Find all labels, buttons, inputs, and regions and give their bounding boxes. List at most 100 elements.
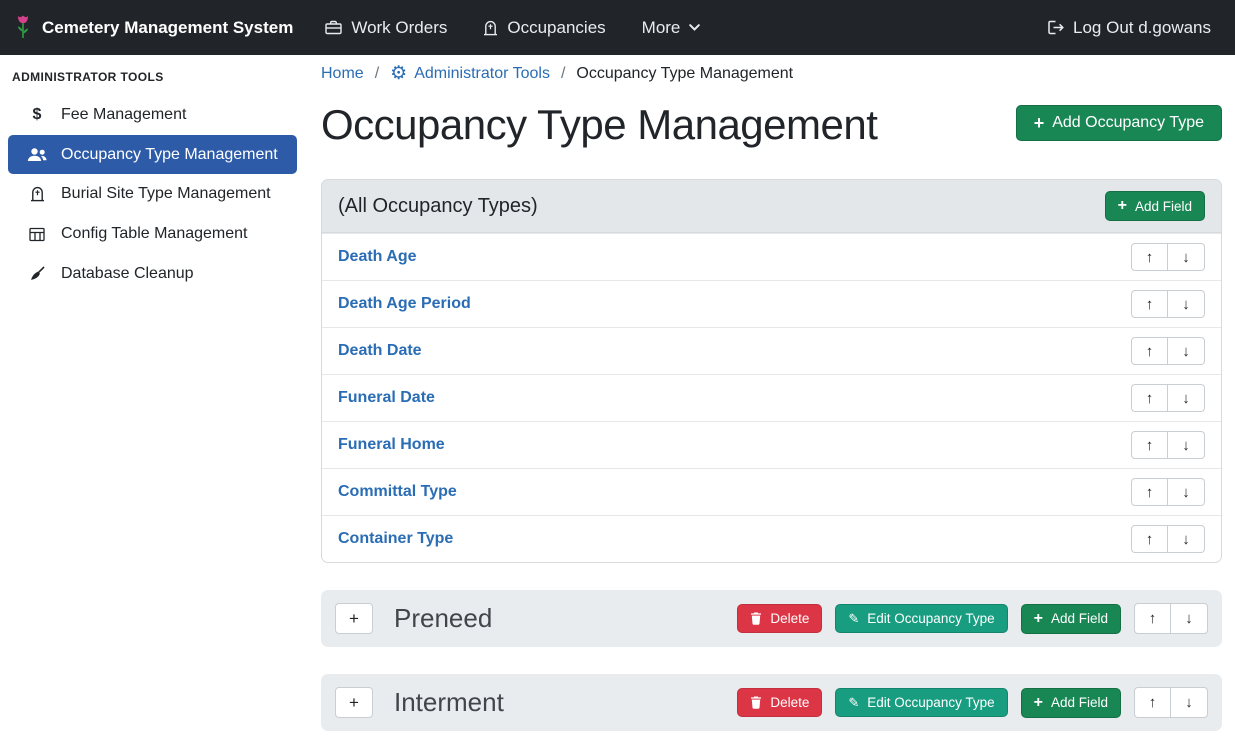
reorder-buttons: ↑ ↓ [1134, 603, 1208, 634]
delete-button[interactable]: Delete [737, 688, 822, 717]
delete-label: Delete [770, 611, 809, 626]
field-link-death-date[interactable]: Death Date [338, 342, 422, 360]
move-down-button[interactable]: ↓ [1168, 525, 1205, 553]
section-title: Interment [394, 687, 737, 718]
sidebar-item-config-table-management[interactable]: Config Table Management [0, 214, 305, 254]
sidebar-heading: ADMINISTRATOR TOOLS [0, 61, 305, 95]
field-link-container-type[interactable]: Container Type [338, 530, 453, 548]
field-link-committal-type[interactable]: Committal Type [338, 483, 457, 501]
breadcrumb-separator: / [561, 65, 565, 83]
breadcrumb-admin-tools[interactable]: ⚙ Administrator Tools [390, 64, 550, 83]
breadcrumb-admin-tools-label: Administrator Tools [414, 65, 550, 83]
add-field-button[interactable]: + Add Field [1105, 191, 1205, 221]
sidebar-item-label: Config Table Management [61, 225, 248, 243]
edit-label: Edit Occupancy Type [867, 695, 994, 710]
occupancy-type-section-interment: + Interment Delete ✎ Edit Occupancy Type [321, 674, 1222, 731]
move-up-button[interactable]: ↑ [1131, 243, 1168, 271]
move-up-button[interactable]: ↑ [1131, 431, 1168, 459]
top-navbar: Cemetery Management System Work Orders [0, 0, 1235, 55]
move-down-button[interactable]: ↓ [1168, 384, 1205, 412]
section-actions: Delete ✎ Edit Occupancy Type + Add Field… [737, 687, 1208, 718]
users-icon [26, 148, 48, 162]
reorder-buttons: ↑ ↓ [1131, 431, 1205, 459]
reorder-buttons: ↑ ↓ [1131, 525, 1205, 553]
reorder-buttons: ↑ ↓ [1131, 478, 1205, 506]
delete-label: Delete [770, 695, 809, 710]
add-occupancy-type-button[interactable]: + Add Occupancy Type [1016, 105, 1222, 141]
tulip-logo-icon [14, 14, 32, 41]
main-content: Home / ⚙ Administrator Tools / Occupancy… [305, 55, 1235, 738]
nav-work-orders[interactable]: Work Orders [325, 18, 447, 38]
field-row: Death Age ↑ ↓ [322, 233, 1221, 280]
pencil-icon: ✎ [848, 612, 859, 625]
field-row: Funeral Home ↑ ↓ [322, 421, 1221, 468]
move-up-button[interactable]: ↑ [1131, 478, 1168, 506]
chevron-down-icon [689, 24, 700, 31]
move-down-button[interactable]: ↓ [1168, 431, 1205, 459]
field-link-funeral-home[interactable]: Funeral Home [338, 436, 445, 454]
section-title: Preneed [394, 603, 737, 634]
plus-icon: + [1034, 114, 1045, 132]
logout-label: Log Out d.gowans [1073, 18, 1211, 38]
field-link-funeral-date[interactable]: Funeral Date [338, 389, 435, 407]
tombstone-icon [483, 20, 498, 36]
nav-occupancies-label: Occupancies [507, 18, 605, 38]
plus-icon: + [1034, 611, 1043, 627]
nav-more-label: More [642, 18, 681, 38]
sidebar-item-database-cleanup[interactable]: Database Cleanup [0, 254, 305, 294]
card-header: (All Occupancy Types) + Add Field [322, 180, 1221, 233]
move-up-button[interactable]: ↑ [1134, 687, 1171, 718]
field-row: Container Type ↑ ↓ [322, 515, 1221, 562]
sidebar-item-occupancy-type-management[interactable]: Occupancy Type Management [8, 135, 297, 174]
expand-button[interactable]: + [335, 603, 373, 634]
move-down-button[interactable]: ↓ [1168, 478, 1205, 506]
field-link-death-age[interactable]: Death Age [338, 248, 417, 266]
move-down-button[interactable]: ↓ [1171, 687, 1208, 718]
page-header: Occupancy Type Management + Add Occupanc… [321, 101, 1222, 149]
edit-occupancy-type-button[interactable]: ✎ Edit Occupancy Type [835, 688, 1007, 717]
move-down-button[interactable]: ↓ [1168, 337, 1205, 365]
add-field-button[interactable]: + Add Field [1021, 604, 1121, 634]
move-up-button[interactable]: ↑ [1131, 337, 1168, 365]
trash-icon [750, 696, 762, 709]
breadcrumb-home[interactable]: Home [321, 65, 364, 83]
nav-more[interactable]: More [642, 18, 701, 38]
edit-label: Edit Occupancy Type [867, 611, 994, 626]
breadcrumb-separator: / [375, 65, 379, 83]
move-down-button[interactable]: ↓ [1168, 290, 1205, 318]
add-occupancy-type-label: Add Occupancy Type [1052, 114, 1204, 132]
reorder-buttons: ↑ ↓ [1131, 337, 1205, 365]
reorder-buttons: ↑ ↓ [1134, 687, 1208, 718]
plus-icon: + [1034, 695, 1043, 711]
move-down-button[interactable]: ↓ [1171, 603, 1208, 634]
section-actions: Delete ✎ Edit Occupancy Type + Add Field… [737, 603, 1208, 634]
brand[interactable]: Cemetery Management System [14, 14, 293, 41]
sidebar-item-burial-site-type-management[interactable]: Burial Site Type Management [0, 174, 305, 214]
sidebar-item-fee-management[interactable]: $ Fee Management [0, 95, 305, 135]
sidebar-item-label: Occupancy Type Management [61, 146, 278, 164]
add-field-button[interactable]: + Add Field [1021, 688, 1121, 718]
reorder-buttons: ↑ ↓ [1131, 243, 1205, 271]
nav-occupancies[interactable]: Occupancies [483, 18, 605, 38]
occupancy-type-section-preneed: + Preneed Delete ✎ Edit Occupancy Type [321, 590, 1222, 647]
move-up-button[interactable]: ↑ [1134, 603, 1171, 634]
plus-icon: + [1118, 198, 1127, 214]
move-up-button[interactable]: ↑ [1131, 384, 1168, 412]
breadcrumb: Home / ⚙ Administrator Tools / Occupancy… [321, 64, 1222, 83]
card-title: (All Occupancy Types) [338, 195, 538, 218]
reorder-buttons: ↑ ↓ [1131, 384, 1205, 412]
move-up-button[interactable]: ↑ [1131, 290, 1168, 318]
field-row: Death Date ↑ ↓ [322, 327, 1221, 374]
delete-button[interactable]: Delete [737, 604, 822, 633]
navbar-menu: Work Orders Occupancies More [325, 18, 700, 38]
field-row: Death Age Period ↑ ↓ [322, 280, 1221, 327]
brand-title: Cemetery Management System [42, 18, 293, 38]
expand-button[interactable]: + [335, 687, 373, 718]
sidebar: ADMINISTRATOR TOOLS $ Fee Management Occ… [0, 55, 305, 738]
sidebar-item-label: Fee Management [61, 106, 186, 124]
logout-button[interactable]: Log Out d.gowans [1047, 18, 1211, 38]
edit-occupancy-type-button[interactable]: ✎ Edit Occupancy Type [835, 604, 1007, 633]
move-up-button[interactable]: ↑ [1131, 525, 1168, 553]
field-link-death-age-period[interactable]: Death Age Period [338, 295, 471, 313]
move-down-button[interactable]: ↓ [1168, 243, 1205, 271]
